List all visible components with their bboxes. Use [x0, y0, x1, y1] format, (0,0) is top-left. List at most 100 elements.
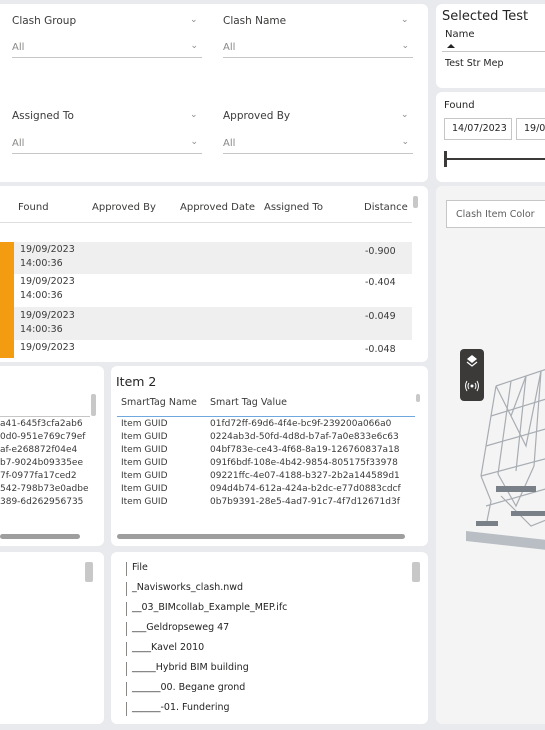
found-date-cell: 19/09/2023 — [20, 244, 75, 255]
table-row[interactable]: 19/09/2023 -0.048 — [0, 340, 412, 360]
smarttag-name-cell: Item GUID — [121, 458, 168, 468]
clash-group-label: Clash Group — [12, 15, 77, 27]
chevron-down-icon: ⌄ — [190, 41, 198, 51]
chevron-down-icon: ⌄ — [401, 137, 409, 147]
smart-tag-value-cell: 389-6d262956735 — [0, 497, 84, 507]
table-row[interactable]: 19/09/2023 14:00:36 -0.049 — [0, 307, 412, 340]
clash-item-color-dropdown[interactable]: Clash Item Color — [446, 200, 545, 228]
smarttag-value-cell: 04bf783e-ce43-4f68-8a19-126760837a18 — [210, 445, 400, 455]
selected-test-title: Selected Test — [442, 9, 529, 24]
smart-tag-value-cell: b7-9024b09335ee — [0, 458, 84, 468]
assigned-to-column-header[interactable]: Assigned To — [264, 202, 323, 213]
distance-cell: -0.404 — [365, 277, 396, 288]
tree-item[interactable]: __03_BIMcollab_Example_MEP.ifc — [132, 602, 287, 613]
smarttag-value-cell: 091f6bdf-108e-4b42-9854-805175f33978 — [210, 458, 398, 468]
tree-item[interactable]: _____Hybrid BIM building — [132, 662, 249, 673]
clash-table-card: Found Approved By Approved Date Assigned… — [0, 186, 428, 362]
tree-guide-line — [126, 622, 127, 636]
building-model-render[interactable] — [436, 336, 545, 616]
tree-guide-line — [126, 562, 127, 576]
item1-horizontal-scrollbar[interactable] — [0, 534, 80, 539]
clash-item-color-label: Clash Item Color — [456, 209, 535, 220]
tree-item[interactable]: ___Geldropseweg 47 — [132, 622, 229, 633]
found-time-cell: 14:00:36 — [20, 290, 63, 301]
table-vertical-scrollbar[interactable] — [413, 196, 418, 208]
tree-guide-line — [126, 582, 127, 596]
name-column-header[interactable]: Name — [445, 29, 475, 40]
clash-status-indicator — [0, 340, 14, 358]
smart-tag-value-cell: 0d0-951e769c79ef — [0, 432, 86, 442]
smart-tag-value-cell: 542-798b73e0adbe — [0, 484, 89, 494]
smarttag-value-cell: 094d4b74-612a-424a-b2dc-e77d0883cdcf — [210, 484, 401, 494]
item2-horizontal-scrollbar[interactable] — [117, 534, 405, 539]
smarttag-name-cell: Item GUID — [121, 445, 168, 455]
clash-name-label: Clash Name — [223, 15, 287, 27]
distance-cell: -0.049 — [365, 311, 396, 322]
smarttag-value-cell: 0b7b9391-28e5-4ad7-91c7-4f7d12671d3f — [210, 497, 400, 507]
smarttag-value-cell: 0224ab3d-50fd-4d8d-b7af-7a0e833e6c63 — [210, 432, 399, 442]
clash-status-indicator — [0, 274, 14, 307]
found-start-input[interactable]: 14/07/2023 — [444, 118, 512, 140]
tree-guide-line — [126, 642, 127, 656]
chevron-down-icon[interactable]: ⌄ — [401, 110, 409, 120]
selected-test-card: Selected Test Name Test Str Mep — [436, 4, 545, 88]
sort-ascending-icon — [447, 44, 455, 48]
clash-group-value: All — [12, 42, 25, 53]
clash-name-value: All — [223, 42, 236, 53]
left-vertical-scrollbar[interactable] — [85, 562, 93, 582]
tree-item[interactable]: _Navisworks_clash.nwd — [132, 582, 243, 593]
file-tree-card: File _Navisworks_clash.nwd __03_BIMcolla… — [111, 552, 428, 724]
clash-group-dropdown[interactable]: All ⌄ — [12, 38, 202, 58]
file-tree-vertical-scrollbar[interactable] — [412, 562, 420, 582]
table-row[interactable]: 19/09/2023 14:00:36 -0.900 — [0, 242, 412, 274]
tree-item[interactable]: ______00. Begane grond — [132, 682, 245, 693]
tree-item[interactable]: File — [132, 562, 148, 573]
smarttag-name-cell: Item GUID — [121, 471, 168, 481]
item2-title: Item 2 — [116, 374, 157, 389]
date-range-slider[interactable] — [445, 158, 545, 160]
clash-name-dropdown[interactable]: All ⌄ — [223, 38, 413, 58]
found-label: Found — [444, 100, 475, 111]
item1-smart-tags-card: a41-645f3cfa2ab6 0d0-951e769c79ef af-e26… — [0, 366, 104, 546]
slicers-card: Clash Group ⌄ All ⌄ Clash Name ⌄ All ⌄ A… — [0, 4, 428, 182]
found-time-cell: 14:00:36 — [20, 258, 63, 269]
approved-date-column-header[interactable]: Approved Date — [180, 202, 255, 213]
found-date-cell: 19/09/2023 — [20, 310, 75, 321]
approved-by-label: Approved By — [223, 110, 291, 122]
chevron-down-icon[interactable]: ⌄ — [401, 15, 409, 25]
smarttag-name-cell: Item GUID — [121, 432, 168, 442]
item1-vertical-scrollbar[interactable] — [91, 394, 96, 416]
smarttag-value-column-header[interactable]: Smart Tag Value — [210, 397, 287, 408]
smarttag-value-cell: 09221ffc-4e07-4188-b327-2b2a144589d1 — [210, 471, 400, 481]
chevron-down-icon[interactable]: ⌄ — [190, 15, 198, 25]
item2-smart-tags-card: Item 2 SmartTag Name Smart Tag Value Ite… — [111, 366, 428, 546]
tree-item[interactable]: ____Kavel 2010 — [132, 642, 204, 653]
tree-item[interactable]: ______-01. Fundering — [132, 702, 230, 713]
smarttag-name-cell: Item GUID — [121, 484, 168, 494]
hierarchy-card-left — [0, 552, 104, 724]
found-date-card: Found 14/07/2023 19/0 — [436, 92, 545, 182]
assigned-to-dropdown[interactable]: All ⌄ — [12, 134, 202, 154]
chevron-down-icon: ⌄ — [190, 137, 198, 147]
slider-handle[interactable] — [444, 151, 447, 167]
distance-cell: -0.048 — [365, 344, 396, 355]
approved-by-dropdown[interactable]: All ⌄ — [223, 134, 413, 154]
item2-vertical-scrollbar[interactable] — [416, 394, 420, 402]
chevron-down-icon[interactable]: ⌄ — [190, 110, 198, 120]
approved-by-value: All — [223, 138, 236, 149]
found-end-value: 19/0 — [524, 123, 545, 134]
approved-by-column-header[interactable]: Approved By — [92, 202, 156, 213]
clash-status-indicator — [0, 307, 14, 340]
smarttag-name-cell: Item GUID — [121, 497, 168, 507]
smart-tag-value-cell: a41-645f3cfa2ab6 — [0, 419, 83, 429]
model-viewer-card[interactable]: Clash Item Color — [436, 186, 545, 724]
smart-tag-value-cell: 7f-0977fa17ced2 — [0, 471, 77, 481]
found-end-input[interactable]: 19/0 — [516, 118, 545, 140]
tree-guide-line — [126, 702, 127, 716]
table-row[interactable]: 19/09/2023 14:00:36 -0.404 — [0, 274, 412, 307]
found-time-cell: 14:00:36 — [20, 324, 63, 335]
distance-column-header[interactable]: Distance — [364, 202, 408, 213]
selected-test-value[interactable]: Test Str Mep — [445, 58, 503, 69]
smarttag-name-column-header[interactable]: SmartTag Name — [121, 397, 197, 408]
found-column-header[interactable]: Found — [18, 202, 49, 213]
